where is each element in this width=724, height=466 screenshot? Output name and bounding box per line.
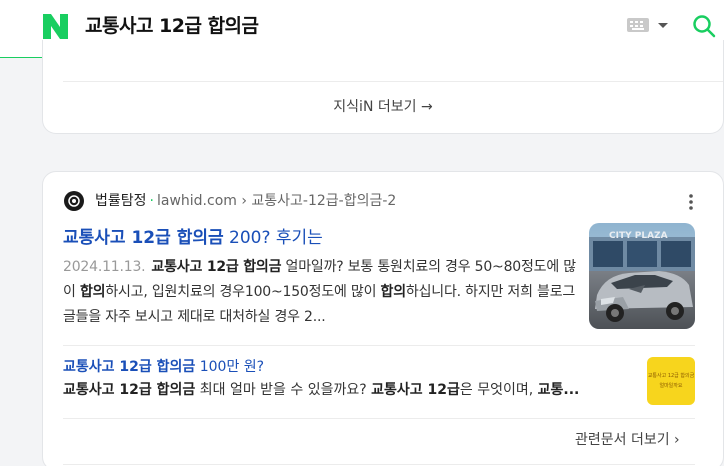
- source-line[interactable]: 법률탐정 · lawhid.com › 교통사고-12급-합의금-2: [95, 190, 396, 212]
- divider: [63, 464, 695, 465]
- kin-more-link[interactable]: 지식iN 더보기 →: [43, 95, 723, 119]
- divider: [63, 345, 695, 346]
- result-description[interactable]: 2024.11.13. 교통사고 12급 합의금 얼마일까? 보통 통원치료의 경…: [63, 255, 585, 330]
- related-docs-more-link[interactable]: 관련문서 더보기 ›: [575, 429, 680, 451]
- naver-logo-icon[interactable]: [43, 14, 68, 39]
- title-highlight: 교통사고 12급 합의금: [63, 228, 224, 248]
- keyword-highlight: 합의: [79, 284, 106, 300]
- more-options-icon[interactable]: [689, 194, 693, 210]
- thumb-line-1: 교통사고 12급 합의금: [647, 373, 695, 379]
- source-domain[interactable]: lawhid.com: [157, 193, 237, 209]
- divider: [63, 81, 723, 82]
- keyword-highlight: 교통사고 12급: [371, 382, 460, 398]
- sub-title-highlight: 교통사고 12급 합의금: [63, 359, 196, 375]
- keyword-highlight: 교통사고 12급 합의금: [63, 382, 196, 398]
- site-logo-icon[interactable]: [64, 191, 84, 211]
- sub-result-thumbnail[interactable]: 교통사고 12급 합의금 얼마일까요: [647, 357, 695, 405]
- thumb-line-2: 얼마일까요: [659, 383, 683, 389]
- source-path[interactable]: › 교통사고-12급-합의금-2: [241, 193, 396, 209]
- chevron-down-icon[interactable]: [658, 23, 668, 28]
- sub-result-title-link[interactable]: 교통사고 12급 합의금 100만 원?: [63, 356, 264, 378]
- crashed-car-image: CITY PLAZA: [589, 223, 695, 329]
- description-text: 하시고, 입원치료의 경우100~150정도에 많이: [105, 284, 381, 300]
- keyboard-icon[interactable]: [627, 18, 649, 32]
- dot-separator: ·: [149, 193, 154, 209]
- sign-text: CITY PLAZA: [609, 231, 668, 241]
- keyword-highlight: 교통...: [537, 382, 580, 398]
- search-query-text[interactable]: 교통사고 12급 합의금: [85, 13, 259, 39]
- result-date: 2024.11.13.: [63, 259, 146, 275]
- description-text: 최대 얼마 받을 수 있을까요?: [195, 382, 372, 398]
- sub-result-description[interactable]: 교통사고 12급 합의금 최대 얼마 받을 수 있을까요? 교통사고 12급은 …: [63, 378, 629, 402]
- search-icon[interactable]: [692, 14, 716, 38]
- sub-title-rest: 100만 원?: [195, 359, 265, 375]
- source-name[interactable]: 법률탐정: [95, 193, 147, 209]
- description-text: 은 무엇이며,: [459, 382, 538, 398]
- divider: [63, 418, 695, 419]
- keyword-highlight: 합의: [380, 284, 407, 300]
- kin-card: 지식iN 더보기 →: [42, 40, 724, 134]
- keyword-highlight: 교통사고 12급 합의금: [151, 259, 282, 275]
- web-result-card: 법률탐정 · lawhid.com › 교통사고-12급-합의금-2 교통사고 12…: [42, 171, 724, 466]
- result-title-link[interactable]: 교통사고 12급 합의금 200? 후기는: [63, 226, 323, 250]
- title-rest: 200? 후기는: [223, 228, 323, 248]
- result-thumbnail[interactable]: CITY PLAZA: [589, 223, 695, 329]
